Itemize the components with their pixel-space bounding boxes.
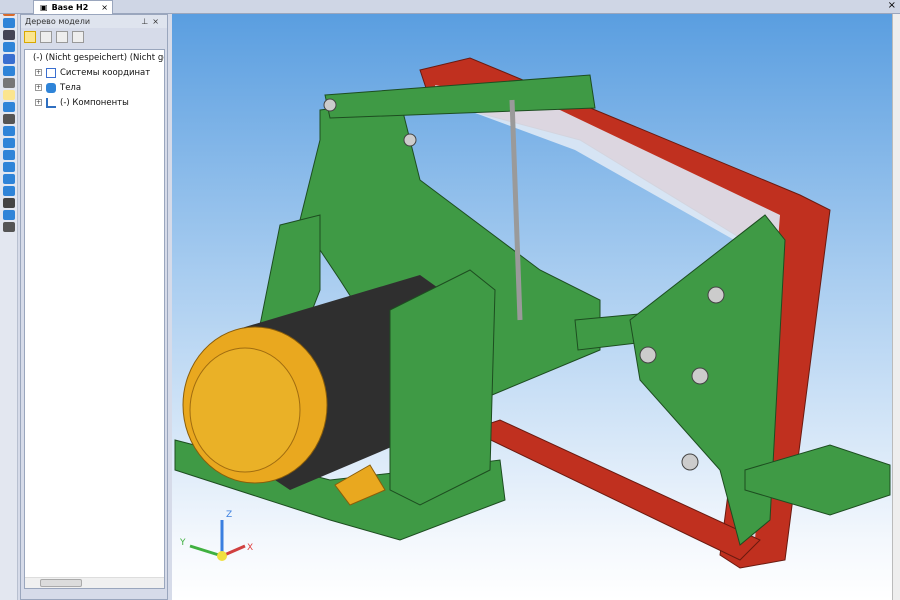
tab-close-button[interactable]: × (101, 3, 108, 12)
document-button[interactable] (56, 31, 68, 43)
list-view-dropdown[interactable] (40, 31, 52, 43)
tool-icon[interactable] (3, 126, 15, 136)
x-axis-label: X (247, 543, 253, 553)
tab-base-h2[interactable]: ▣ Base H2 × (33, 0, 113, 14)
expand-icon[interactable]: + (35, 84, 42, 91)
model-tree: (-) (Nicht gespeichert) (Nicht gespeiche… (24, 49, 165, 589)
coordinate-system-icon (46, 67, 56, 78)
pin-button[interactable]: ⊥ (141, 17, 152, 26)
model-drawing: Y X Z (174, 57, 891, 569)
expand-icon[interactable]: + (35, 99, 42, 106)
y-axis-label: Y (179, 538, 186, 548)
bodies-icon (46, 82, 56, 93)
document-icon: ▣ (40, 3, 48, 12)
tree-item-label: Тела (60, 82, 82, 93)
bolt (323, 98, 337, 112)
3d-viewport[interactable]: Y X Z (172, 14, 892, 600)
bolt (707, 286, 725, 304)
motor-plate-front (389, 269, 496, 506)
bolt (691, 367, 709, 385)
panel-close-button[interactable]: × (152, 17, 163, 26)
tree-view-button[interactable] (24, 31, 36, 43)
tool-icon[interactable] (3, 222, 15, 232)
tree-root[interactable]: (-) (Nicht gespeichert) (Nicht gespeiche… (25, 50, 164, 65)
tool-icon[interactable] (3, 162, 15, 172)
tool-icon[interactable] (3, 78, 15, 88)
tool-icon[interactable] (3, 150, 15, 160)
tree-item-label: Системы координат (60, 67, 151, 78)
tree-item-label: (-) Компоненты (60, 97, 129, 108)
tree-item-bodies[interactable]: + Тела (25, 80, 164, 95)
document-tabbar: ▣ Base H2 × × (0, 0, 900, 14)
vertical-scrollbar[interactable] (892, 14, 900, 600)
panel-title: Дерево модели (25, 17, 91, 26)
tool-icon[interactable] (3, 66, 15, 76)
y-axis (189, 544, 223, 558)
tool-icon[interactable] (3, 138, 15, 148)
expand-icon[interactable]: + (35, 69, 42, 76)
model-tree-panel: Дерево модели ⊥× (-) (Nicht gespeichert)… (20, 14, 168, 600)
components-icon (46, 97, 56, 108)
panel-header: Дерево модели ⊥× (21, 15, 167, 28)
tab-label: Base H2 (51, 3, 89, 12)
horizontal-scrollbar[interactable] (25, 577, 164, 588)
bolt (639, 346, 657, 364)
z-axis-label: Z (226, 510, 232, 520)
tool-icon[interactable] (3, 102, 15, 112)
tool-icon[interactable] (3, 186, 15, 196)
tool-icon[interactable] (3, 54, 15, 64)
tool-icon[interactable] (3, 174, 15, 184)
tree-item-components[interactable]: + (-) Компоненты (25, 95, 164, 110)
tool-icon[interactable] (3, 114, 15, 124)
tree-item-coordinate-systems[interactable]: + Системы координат (25, 65, 164, 80)
window-close-button[interactable]: × (888, 0, 896, 11)
panel-toolbar (21, 28, 167, 46)
motor-cap-face (189, 347, 301, 473)
properties-button[interactable] (72, 31, 84, 43)
tool-icon[interactable] (3, 18, 15, 28)
bolt (403, 133, 417, 147)
scrollbar-thumb[interactable] (40, 579, 82, 587)
tool-icon[interactable] (3, 30, 15, 40)
bolt (681, 453, 699, 471)
tool-icon[interactable] (3, 210, 15, 220)
origin-point (217, 551, 227, 561)
left-toolbar (0, 0, 18, 600)
tool-icon[interactable] (3, 90, 15, 100)
tool-icon[interactable] (3, 42, 15, 52)
tree-item-label: (-) (Nicht gespeichert) (Nicht gespeiche… (33, 52, 164, 63)
tool-icon[interactable] (3, 198, 15, 208)
